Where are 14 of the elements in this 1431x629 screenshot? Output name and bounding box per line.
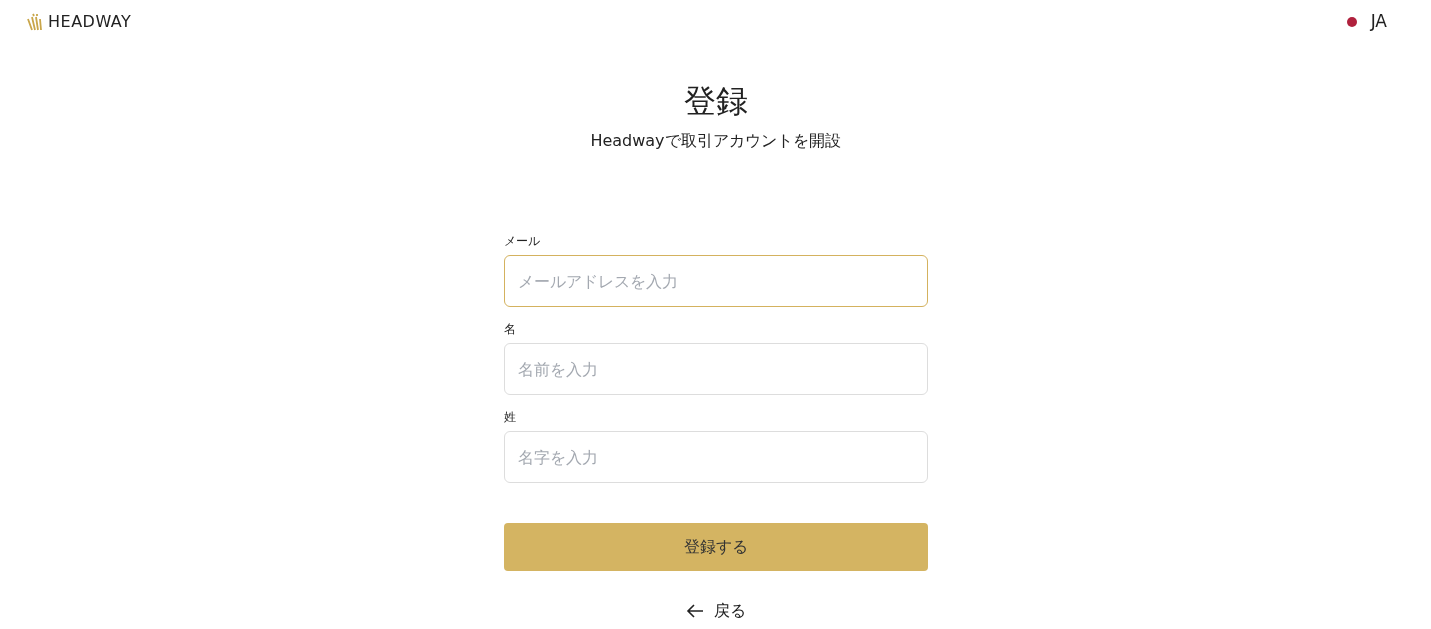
field-label: 名 (503, 321, 517, 337)
page-title: 登録 (683, 81, 748, 122)
logo-icon (27, 13, 45, 31)
field-label: メール (503, 233, 541, 249)
register-button[interactable]: 登録する (503, 523, 928, 571)
language-selector[interactable]: JA (1346, 9, 1387, 35)
input-field[interactable]: 名前を入力 (503, 343, 928, 395)
input-field[interactable]: メールアドレスを入力 (503, 255, 928, 307)
back-link[interactable]: 戻る (685, 599, 746, 623)
logo-text: HEADWAY (48, 14, 132, 30)
page-subtitle: Headwayで取引アカウントを開設 (590, 130, 841, 152)
input-field[interactable]: 名字を入力 (503, 431, 928, 483)
field-label: 姓 (503, 409, 517, 425)
back-arrow-icon (685, 603, 704, 619)
